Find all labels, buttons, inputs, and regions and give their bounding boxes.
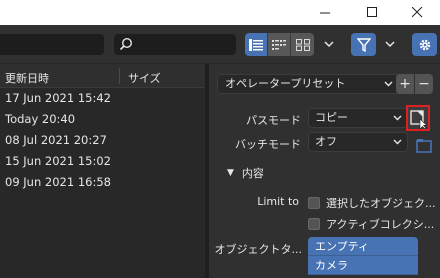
limit-active-collection-label: アクティブコレクシ... [326, 218, 435, 231]
display-settings-dropdown[interactable] [319, 33, 338, 56]
operator-preset-dropdown[interactable]: オペレータープリセット [217, 74, 400, 94]
chevron-down-icon [384, 81, 393, 87]
operator-options-panel: オペレータープリセット + − パスモード コピー バッチモード オフ ▼ 内容… [209, 64, 440, 278]
file-row[interactable]: 09 Jun 2021 16:58 [0, 172, 205, 193]
batch-folder-toggle[interactable] [416, 134, 433, 154]
path-mode-value: コピー [315, 111, 348, 124]
file-row[interactable]: 17 Jun 2021 15:42 [0, 88, 205, 109]
add-preset-button[interactable]: + [396, 74, 414, 94]
gear-icon [419, 39, 430, 50]
embed-file-icon [410, 110, 428, 130]
vertical-list-button[interactable] [245, 33, 268, 56]
limit-to-label: Limit to [257, 195, 299, 208]
filter-icon [356, 37, 371, 52]
include-section-header[interactable]: ▼ 内容 [227, 165, 264, 181]
path-mode-label: パスモード [246, 114, 301, 127]
settings-toggle-button[interactable] [412, 33, 437, 56]
close-icon [411, 7, 422, 18]
filter-toggle-button[interactable] [351, 33, 376, 56]
object-type-item-empty[interactable]: エンプティ [308, 237, 418, 256]
thumbnails-icon [295, 38, 310, 51]
path-mode-dropdown[interactable]: コピー [308, 108, 408, 128]
vertical-list-icon [249, 38, 263, 51]
file-list: 更新日時 サイズ 17 Jun 2021 15:42 Today 20:40 0… [0, 64, 205, 278]
object-types-label: オブジェクトタ... [214, 243, 303, 256]
chevron-down-icon [323, 41, 334, 48]
include-section-title: 内容 [241, 167, 264, 180]
limit-selected-label: 選択したオブジェク... [326, 197, 436, 210]
window-titlebar [0, 0, 440, 25]
display-mode-group [245, 33, 314, 56]
limit-active-collection-checkbox-row[interactable]: アクティブコレクシ... [308, 216, 434, 232]
chevron-down-icon [393, 139, 402, 145]
maximize-button[interactable] [352, 0, 392, 25]
file-row[interactable]: 15 Jun 2021 15:02 [0, 151, 205, 172]
object-types-list: エンプティ カメラ [308, 237, 418, 275]
horizontal-list-button[interactable] [268, 33, 291, 56]
file-browser-toolbar [0, 25, 440, 64]
remove-preset-button[interactable]: − [415, 74, 433, 94]
file-row[interactable]: 08 Jul 2021 20:27 [0, 130, 205, 151]
column-header-modified[interactable]: 更新日時 [5, 70, 49, 86]
limit-selected-checkbox-row[interactable]: 選択したオブジェク... [308, 195, 436, 211]
object-type-item-camera[interactable]: カメラ [308, 256, 418, 275]
thumbnails-button[interactable] [291, 33, 314, 56]
embed-textures-toggle[interactable] [406, 105, 430, 131]
search-input[interactable] [114, 34, 236, 55]
search-icon [119, 37, 133, 54]
column-separator [119, 68, 120, 84]
section-collapse-arrow-icon: ▼ [227, 168, 234, 178]
operator-preset-label: オペレータープリセット [225, 77, 346, 90]
minimize-button[interactable] [305, 0, 345, 25]
batch-mode-dropdown[interactable]: オフ [308, 132, 408, 152]
batch-mode-value: オフ [315, 135, 337, 148]
batch-mode-label: バッチモード [235, 138, 301, 151]
file-row[interactable]: Today 20:40 [0, 109, 205, 130]
directory-path-field[interactable] [0, 34, 104, 55]
filter-settings-dropdown[interactable] [380, 33, 399, 56]
file-list-header: 更新日時 サイズ [0, 64, 205, 88]
limit-active-collection-checkbox[interactable] [308, 218, 320, 230]
maximize-icon [366, 7, 377, 17]
horizontal-list-icon [272, 39, 286, 50]
chevron-down-icon [393, 115, 402, 121]
chevron-down-icon [384, 41, 395, 48]
close-button[interactable] [397, 0, 437, 25]
folder-icon [416, 139, 432, 153]
limit-selected-checkbox[interactable] [308, 197, 320, 209]
column-header-size[interactable]: サイズ [128, 70, 161, 86]
minimize-icon [319, 12, 330, 14]
